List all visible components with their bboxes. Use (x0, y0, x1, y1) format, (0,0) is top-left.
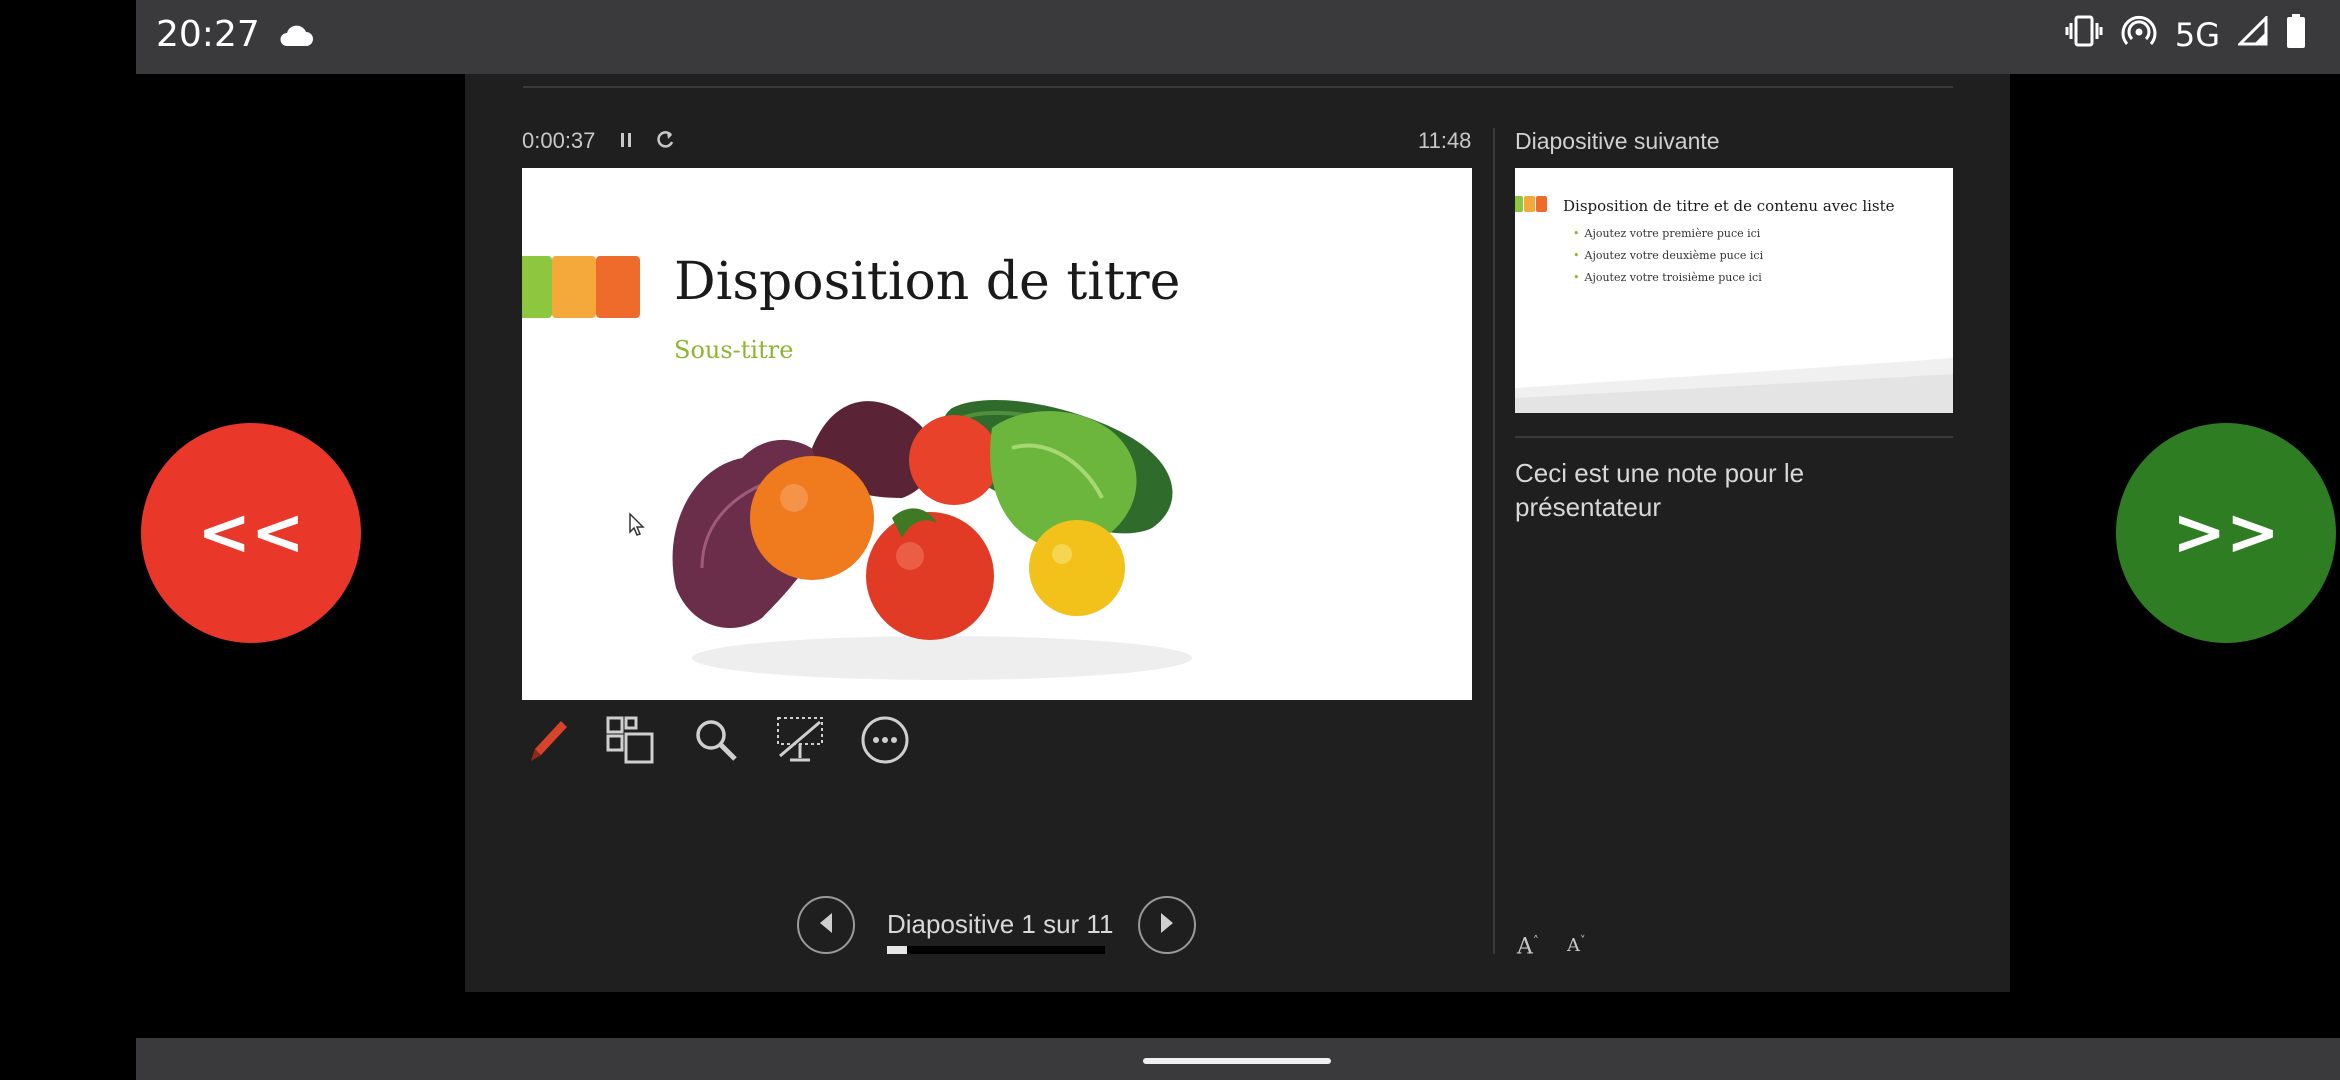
slide-progress-fill (887, 946, 907, 954)
next-slide-title: Disposition de titre et de contenu avec … (1563, 197, 1895, 215)
increase-font-label: A (1517, 934, 1533, 960)
vibrate-icon (2065, 14, 2103, 56)
chevron-left-icon (816, 911, 836, 940)
black-screen-button[interactable] (770, 712, 830, 772)
status-clock: 20:27 (156, 14, 260, 55)
decrease-font-label: A (1567, 935, 1580, 956)
next-slide-bullet: Ajoutez votre deuxième puce ici (1573, 249, 1764, 262)
more-options-icon (859, 714, 911, 771)
next-slide-button[interactable] (1138, 896, 1196, 954)
zoom-icon (691, 715, 741, 770)
thumb-accent-orange (1536, 196, 1547, 212)
cloud-icon (278, 24, 314, 53)
decrease-font-button[interactable]: A˅ (1567, 934, 1586, 956)
all-slides-button[interactable] (600, 712, 660, 772)
thumb-accent-yellow (1524, 196, 1535, 212)
top-divider (523, 86, 1953, 88)
slide-subtitle: Sous-titre (674, 336, 794, 364)
increase-font-button[interactable]: A˄ (1517, 934, 1539, 959)
clipped-header-text (1650, 62, 1940, 80)
home-gesture-handle[interactable] (1143, 1058, 1331, 1064)
restart-timer-icon[interactable] (656, 128, 676, 155)
pause-timer-icon[interactable] (620, 130, 632, 155)
next-slide-bullet: Ajoutez votre troisième puce ici (1573, 271, 1762, 284)
more-options-button[interactable] (855, 712, 915, 772)
forward-overlay-button[interactable]: >> (2116, 423, 2336, 643)
notes-divider (1515, 436, 1953, 438)
slide-title: Disposition de titre (674, 252, 1181, 312)
mouse-cursor-icon (628, 512, 646, 543)
accent-square-orange (596, 256, 640, 318)
status-icons: 5G (2065, 14, 2306, 56)
all-slides-icon (604, 714, 656, 771)
pane-divider (1493, 128, 1495, 954)
signal-icon (2236, 14, 2268, 54)
back-overlay-button[interactable]: << (141, 423, 361, 643)
pen-tool-button[interactable] (518, 712, 578, 772)
chevron-right-icon (1157, 911, 1177, 940)
previous-slide-button[interactable] (797, 896, 855, 954)
next-slide-label: Diapositive suivante (1515, 128, 1720, 154)
hotspot-icon (2121, 14, 2157, 56)
battery-icon (2286, 14, 2306, 56)
accent-square-green (522, 256, 552, 318)
thumbnail-footer-wave (1515, 358, 1953, 413)
slide-counter: Diapositive 1 sur 11 (887, 909, 1114, 939)
slide-progress-bar (887, 946, 1105, 954)
next-slide-bullet: Ajoutez votre première puce ici (1573, 227, 1761, 240)
thumb-accent-green (1515, 196, 1523, 212)
pen-icon (523, 715, 573, 770)
elapsed-timer: 0:00:37 (522, 128, 596, 153)
vegetables-image (662, 388, 1222, 693)
current-time: 11:48 (1418, 128, 1472, 153)
current-slide[interactable]: Disposition de titre Sous-titre (522, 168, 1472, 700)
zoom-button[interactable] (686, 712, 746, 772)
next-slide-thumbnail[interactable]: Disposition de titre et de contenu avec … (1515, 168, 1953, 413)
network-type: 5G (2174, 16, 2220, 54)
speaker-notes: Ceci est une note pour le présentateur (1515, 458, 1805, 522)
status-bar (136, 0, 2340, 74)
black-screen-icon (774, 714, 826, 771)
accent-square-yellow (552, 256, 596, 318)
